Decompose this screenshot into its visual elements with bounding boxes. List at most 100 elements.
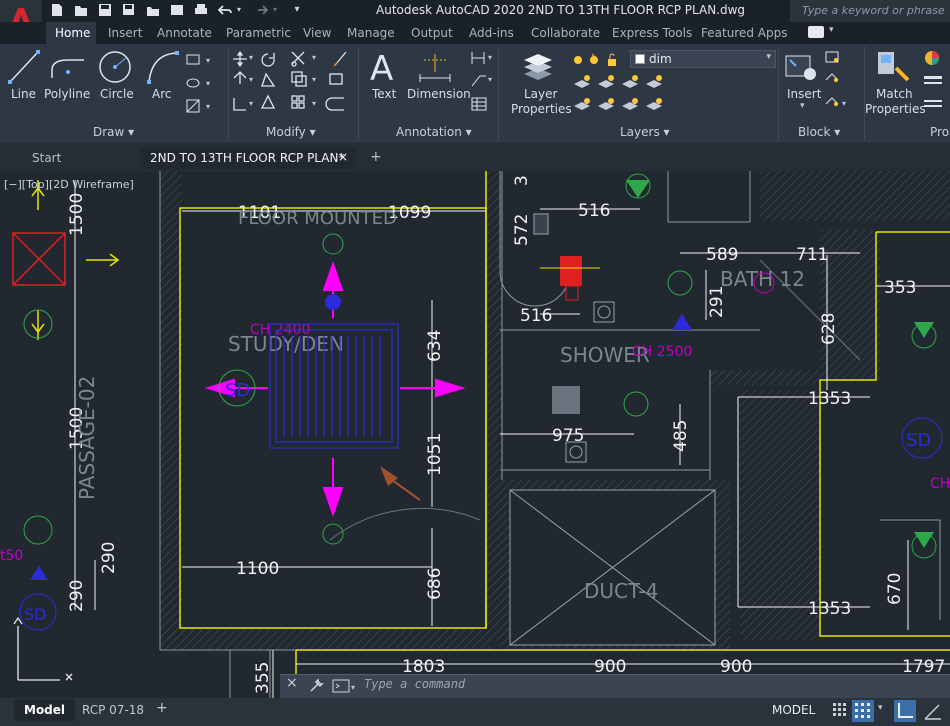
open-from-web-icon[interactable] [146, 3, 160, 17]
text-tool-button[interactable]: A [368, 49, 398, 89]
new-file-icon[interactable] [50, 3, 64, 17]
arc-tool-button[interactable] [146, 50, 180, 88]
tab-insert[interactable]: Insert [108, 26, 142, 40]
room-label: BATH 12 [720, 267, 805, 291]
svg-text:▾: ▾ [249, 53, 253, 62]
insert-block-icon [785, 55, 816, 80]
command-customize-icon[interactable] [308, 678, 324, 698]
file-tab-start[interactable]: Start [22, 147, 71, 169]
layout-tab-model[interactable]: Model [14, 699, 76, 721]
modify-icons: ▾ ▾ ▾ ▾ ▾ ▾ [233, 50, 347, 111]
redo-dropdown-icon[interactable]: ▾ [268, 3, 282, 17]
command-input[interactable]: Type a command [364, 677, 465, 691]
ribbon-options-dropdown-icon[interactable]: ▾ [829, 25, 834, 35]
annotation-small-tools[interactable]: ▾ ▾ [470, 50, 496, 124]
smoke-detector-label: SD [906, 430, 931, 451]
dimension-icon [419, 54, 451, 82]
tab-add-ins[interactable]: Add-ins [469, 26, 514, 40]
annotation-panel-label[interactable]: Annotation ▾ [396, 125, 472, 139]
ortho-mode-icon[interactable] [894, 700, 916, 722]
save-icon[interactable] [98, 3, 112, 17]
command-close-icon[interactable]: × [286, 675, 298, 691]
dim-text: 670 [885, 573, 905, 605]
add-layout-button[interactable]: + [156, 700, 168, 716]
snap-dropdown-icon[interactable]: ▾ [878, 703, 883, 713]
color-palette-icon[interactable] [920, 50, 950, 124]
block-tool-icons: ▾ [825, 51, 846, 108]
current-layer-dropdown[interactable]: dim ▾ [630, 50, 776, 68]
dim-text: 485 [671, 420, 691, 452]
smoke-detector-label: SD [24, 605, 46, 624]
match-properties-button[interactable] [876, 50, 912, 88]
hatch-tool-button[interactable]: ▾ [186, 98, 216, 117]
dimension-tool-button[interactable] [418, 50, 452, 88]
grid-display-icon[interactable] [832, 702, 848, 722]
text-icon: A [370, 49, 393, 89]
tab-output[interactable]: Output [411, 26, 453, 40]
ucs-icon [13, 616, 73, 681]
polar-tracking-icon[interactable] [922, 700, 944, 726]
arc-icon [147, 51, 179, 84]
polyline-tool-button[interactable] [48, 52, 88, 86]
snap-mode-icon[interactable] [852, 700, 874, 722]
viewport-controls[interactable]: [−][Top][2D Wireframe] [4, 178, 134, 191]
dim-text: 1100 [236, 559, 279, 579]
block-tools[interactable]: ▾ [824, 50, 854, 124]
svg-text:▾: ▾ [206, 102, 210, 111]
save-as-icon[interactable] [122, 3, 136, 17]
dim-text: 516 [520, 306, 552, 326]
layers-panel-label[interactable]: Layers ▾ [620, 125, 670, 139]
tab-parametric[interactable]: Parametric [226, 26, 291, 40]
dimension-tool-label: Dimension [407, 87, 471, 101]
dim-text: 975 [552, 426, 584, 446]
text-tool-label: Text [372, 87, 397, 101]
ellipse-tool-button[interactable]: ▾ [186, 75, 216, 94]
ribbon-minimize-icon[interactable] [808, 26, 824, 38]
dim-text: 1353 [808, 599, 851, 619]
draw-panel-label[interactable]: Draw ▾ [93, 125, 134, 139]
layer-color-swatch [635, 54, 645, 64]
window-title: Autodesk AutoCAD 2020 2ND TO 13TH FLOOR … [376, 3, 746, 17]
undo-icon[interactable] [217, 3, 232, 17]
undo-dropdown-icon[interactable]: ▾ [232, 3, 246, 17]
insert-dropdown-icon[interactable]: ▾ [800, 101, 805, 111]
help-search-input[interactable]: Type a keyword or phrase [790, 0, 950, 22]
dim-text: 628 [819, 313, 839, 345]
line-tool-button[interactable] [8, 50, 40, 88]
new-tab-button[interactable]: + [370, 149, 382, 165]
block-panel-label[interactable]: Block ▾ [798, 125, 840, 139]
tab-collaborate[interactable]: Collaborate [531, 26, 600, 40]
tab-view[interactable]: View [303, 26, 331, 40]
leader-table-icons: ▾▾ [471, 52, 492, 111]
polyline-icon [51, 59, 84, 78]
file-tab-active[interactable]: 2ND TO 13TH FLOOR RCP PLAN* × [140, 147, 356, 169]
close-tab-icon[interactable]: × [338, 150, 348, 164]
layer-tools-grid[interactable] [572, 74, 692, 124]
svg-text:▾: ▾ [312, 53, 316, 62]
rectangle-tool-button[interactable]: ▾ [186, 52, 216, 71]
layout-tab-rcp[interactable]: RCP 07-18 [72, 699, 154, 721]
tab-express-tools[interactable]: Express Tools [612, 26, 692, 40]
command-history-icon[interactable]: ▾ [332, 678, 358, 698]
customize-qat-icon[interactable]: ▾ [290, 3, 304, 17]
open-folder-icon[interactable] [74, 3, 88, 17]
tab-home[interactable]: Home [55, 26, 90, 40]
tab-annotate[interactable]: Annotate [157, 26, 212, 40]
dim-text: 1500 [67, 193, 87, 236]
match-properties-icon [878, 52, 910, 82]
tab-manage[interactable]: Manage [347, 26, 395, 40]
cad-drawing[interactable]: 1101 1099 1500 1500 634 1051 1100 686 29… [0, 171, 950, 698]
properties-panel-label[interactable]: Pro [930, 125, 949, 139]
tab-featured-apps[interactable]: Featured Apps [701, 26, 787, 40]
modify-panel-label[interactable]: Modify ▾ [266, 125, 316, 139]
insert-block-button[interactable] [784, 50, 820, 88]
chevron-down-icon: ▾ [766, 52, 771, 62]
plot-icon[interactable] [194, 3, 208, 17]
circle-icon [99, 51, 131, 83]
smoke-detector-label: SD [225, 380, 250, 401]
model-space-button[interactable]: MODEL [772, 703, 815, 717]
layer-properties-button[interactable] [520, 50, 556, 88]
save-to-web-icon[interactable] [170, 3, 184, 17]
redo-icon[interactable] [254, 3, 269, 17]
circle-tool-button[interactable] [98, 50, 132, 88]
